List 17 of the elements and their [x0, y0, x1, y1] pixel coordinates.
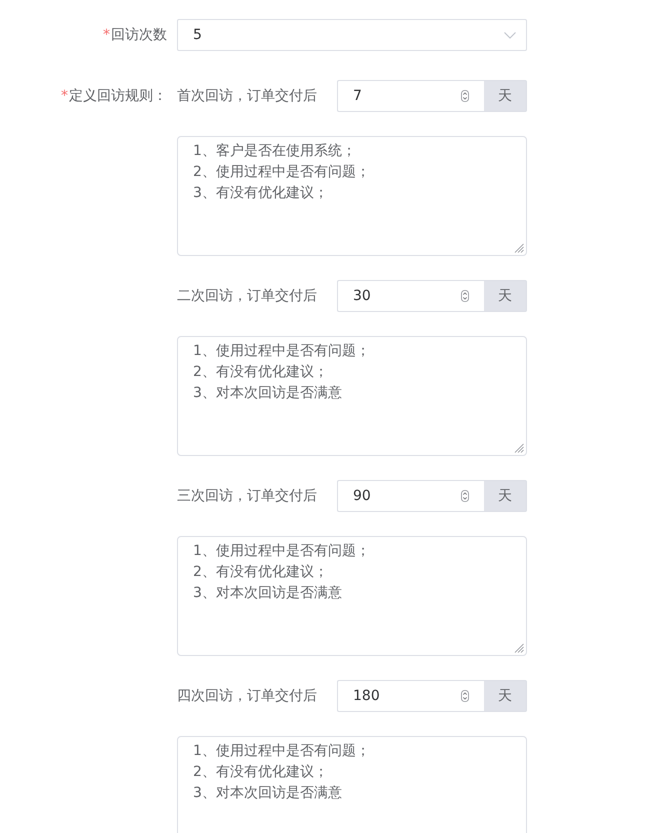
field-label: 回访次数 — [111, 26, 167, 44]
rule-label: 三次回访，订单交付后 — [177, 487, 318, 505]
textarea-field[interactable]: 1、使用过程中是否有问题； 2、有没有优化建议； 3、对本次回访是否满意 — [177, 736, 527, 833]
rule-label: 二次回访，订单交付后 — [177, 287, 318, 305]
required-mark: * — [103, 27, 110, 43]
textarea-field[interactable]: 1、使用过程中是否有问题； 2、有没有优化建议； 3、对本次回访是否满意 — [177, 336, 527, 456]
resize-grip-icon[interactable] — [514, 443, 524, 453]
select-field[interactable]: 5 — [177, 19, 527, 51]
required-mark: * — [61, 88, 68, 104]
rule-label: 首次回访，订单交付后 — [177, 87, 318, 105]
rule-label: 四次回访，订单交付后 — [177, 687, 318, 705]
resize-grip-icon[interactable] — [514, 243, 524, 253]
textarea-field[interactable]: 1、使用过程中是否有问题； 2、有没有优化建议； 3、对本次回访是否满意 — [177, 536, 527, 656]
field-label: 定义回访规则： — [69, 87, 167, 105]
textarea-field[interactable]: 1、客户是否在使用系统； 2、使用过程中是否有问题； 3、有没有优化建议； — [177, 136, 527, 256]
resize-grip-icon[interactable] — [514, 643, 524, 653]
chevron-down-icon — [504, 32, 516, 38]
